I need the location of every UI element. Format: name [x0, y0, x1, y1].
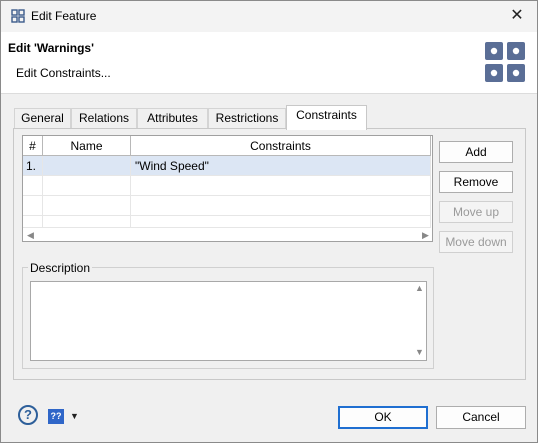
- table-row-name[interactable]: [43, 156, 131, 176]
- empty-cell: [43, 216, 131, 228]
- edit-feature-dialog: Edit Feature ✕ Edit 'Warnings' Edit Cons…: [0, 0, 538, 443]
- grid-dots-logo-icon: [485, 42, 525, 82]
- vertical-scrollbar[interactable]: ▲ ▼: [411, 281, 427, 359]
- constraints-panel: # Name Constraints 1. "Wind Speed" ◀ ▶ A…: [13, 128, 526, 380]
- remove-button[interactable]: Remove: [439, 171, 513, 193]
- scroll-down-icon[interactable]: ▼: [415, 347, 424, 357]
- horizontal-scrollbar[interactable]: ◀ ▶: [23, 228, 432, 241]
- dialog-header: Edit 'Warnings' Edit Constraints...: [1, 32, 537, 94]
- move-down-button[interactable]: Move down: [439, 231, 513, 253]
- empty-cell: [23, 196, 43, 216]
- tab-attributes[interactable]: Attributes: [137, 108, 208, 129]
- table-row-number[interactable]: 1.: [23, 156, 43, 176]
- ok-button[interactable]: OK: [338, 406, 428, 429]
- column-header-number[interactable]: #: [23, 136, 43, 156]
- scroll-up-icon[interactable]: ▲: [415, 283, 424, 293]
- empty-cell: [131, 176, 431, 196]
- grid-app-icon: [11, 9, 25, 23]
- column-header-constraints[interactable]: Constraints: [131, 136, 431, 156]
- scroll-left-icon[interactable]: ◀: [27, 230, 34, 241]
- tab-relations[interactable]: Relations: [71, 108, 137, 129]
- title-bar: Edit Feature ✕: [1, 1, 537, 32]
- header-title: Edit 'Warnings': [8, 41, 94, 55]
- scroll-right-icon[interactable]: ▶: [422, 230, 429, 241]
- help-icon[interactable]: ?: [18, 405, 38, 425]
- keyboard-help-icon[interactable]: ??: [48, 409, 64, 424]
- empty-cell: [131, 196, 431, 216]
- table-row-constraint[interactable]: "Wind Speed": [131, 156, 431, 176]
- move-up-button[interactable]: Move up: [439, 201, 513, 223]
- empty-cell: [131, 216, 431, 228]
- empty-cell: [23, 176, 43, 196]
- tab-restrictions[interactable]: Restrictions: [208, 108, 286, 129]
- empty-cell: [43, 176, 131, 196]
- constraints-table[interactable]: # Name Constraints 1. "Wind Speed" ◀ ▶: [22, 135, 433, 242]
- empty-cell: [43, 196, 131, 216]
- cancel-button[interactable]: Cancel: [436, 406, 526, 429]
- description-textarea[interactable]: [30, 281, 427, 361]
- tab-constraints[interactable]: Constraints: [286, 105, 367, 130]
- empty-cell: [23, 216, 43, 228]
- close-icon[interactable]: ✕: [505, 5, 529, 27]
- column-header-name[interactable]: Name: [43, 136, 131, 156]
- header-subtitle: Edit Constraints...: [16, 66, 111, 80]
- description-label: Description: [28, 261, 93, 275]
- add-button[interactable]: Add: [439, 141, 513, 163]
- chevron-down-icon[interactable]: ▼: [70, 411, 79, 421]
- window-title: Edit Feature: [31, 9, 97, 23]
- tab-general[interactable]: General: [14, 108, 71, 129]
- description-group: ▲ ▼: [22, 267, 434, 369]
